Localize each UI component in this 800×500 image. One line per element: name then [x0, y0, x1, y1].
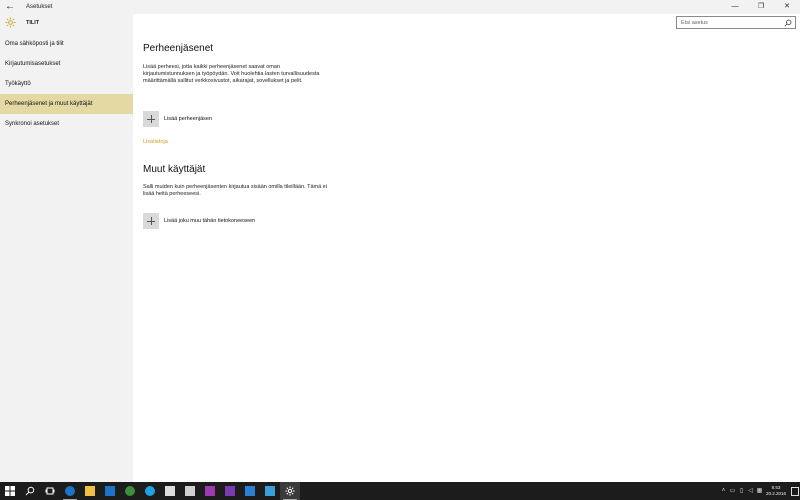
back-arrow-icon[interactable]: ← [4, 1, 16, 13]
chrome-icon [125, 486, 135, 496]
sidebar-nav: Oma sähköposti ja tilit Kirjautumisasetu… [0, 34, 133, 134]
chevron-up-icon[interactable]: ˄ [719, 482, 728, 500]
taskbar-app-photos[interactable] [240, 482, 260, 500]
notification-icon[interactable] [788, 482, 800, 500]
word-icon [225, 486, 235, 496]
plus-icon [143, 213, 159, 229]
clock-date: 20.2.2016 [765, 491, 787, 496]
volume-icon[interactable]: ◁ [746, 482, 755, 500]
search-taskbar-button[interactable] [20, 482, 40, 500]
onenote-icon [205, 486, 215, 496]
clock[interactable]: 8.53 20.2.2016 [764, 482, 788, 500]
search-icon [25, 486, 35, 496]
title-bar: ← Asetukset — ❐ ✕ [0, 0, 800, 14]
other-users-description: Salli muiden kuin perheenjäsenten kirjau… [143, 184, 327, 197]
calculator-icon [265, 486, 275, 496]
sidebar: TILIT Oma sähköposti ja tilit Kirjautumi… [0, 14, 133, 482]
sidebar-item-work-access[interactable]: Työkäyttö [0, 74, 133, 94]
taskbar-left [0, 482, 300, 500]
search-input[interactable]: Etsi asetus [676, 16, 796, 29]
taskbar-app-edge[interactable] [60, 482, 80, 500]
start-button[interactable] [0, 482, 20, 500]
minimize-button[interactable]: — [722, 0, 748, 14]
window-title: Asetukset [26, 4, 53, 10]
sidebar-title: TILIT [26, 20, 40, 26]
maximize-button[interactable]: ❐ [748, 0, 774, 14]
system-tray: ˄ ▭ ▯ ◁ ▦ 8.53 20.2.2016 [719, 482, 800, 500]
family-heading: Perheenjäsenet [143, 43, 214, 54]
clock-time: 8.53 [771, 485, 781, 490]
sidebar-header: TILIT [0, 14, 133, 34]
network-icon[interactable]: ▯ [737, 482, 746, 500]
taskbar-app-calculator[interactable] [260, 482, 280, 500]
taskbar-app-mail[interactable] [160, 482, 180, 500]
sidebar-item-family-other-users[interactable]: Perheenjäsenet ja muut käyttäjät [0, 94, 133, 114]
photos-icon [245, 486, 255, 496]
taskbar: ˄ ▭ ▯ ◁ ▦ 8.53 20.2.2016 [0, 482, 800, 500]
battery-icon[interactable]: ▭ [728, 482, 737, 500]
keyboard-icon[interactable]: ▦ [755, 482, 764, 500]
other-users-heading: Muut käyttäjät [143, 164, 206, 175]
search-icon[interactable] [784, 19, 792, 27]
add-other-user-label: Lisää joku muu tähän tietokoneeseen [164, 218, 256, 224]
taskbar-app-chrome[interactable] [120, 482, 140, 500]
main-content: Etsi asetus Perheenjäsenet Lisää perhees… [133, 14, 800, 482]
skype-icon [145, 486, 155, 496]
taskbar-app-media[interactable] [180, 482, 200, 500]
add-other-user-button[interactable]: Lisää joku muu tähän tietokoneeseen [143, 213, 255, 229]
family-description: Lisää perheesi, jotta kaikki perheenjäse… [143, 64, 320, 84]
gear-icon [5, 17, 16, 28]
sidebar-item-sync-settings[interactable]: Synkronoi asetukset [0, 114, 133, 134]
close-button[interactable]: ✕ [774, 0, 800, 14]
plus-icon [143, 111, 159, 127]
gear-icon [285, 486, 295, 496]
taskbar-app-store[interactable] [100, 482, 120, 500]
add-family-member-label: Lisää perheenjäsen [164, 116, 213, 122]
add-family-member-button[interactable]: Lisää perheenjäsen [143, 111, 212, 127]
window-controls: — ❐ ✕ [722, 0, 800, 14]
windows-logo-icon [5, 486, 15, 496]
store-icon [105, 486, 115, 496]
media-icon [185, 486, 195, 496]
more-info-link[interactable]: Lisätietoja [143, 138, 168, 146]
task-view-button[interactable] [40, 482, 60, 500]
taskbar-app-word[interactable] [220, 482, 240, 500]
search-placeholder: Etsi asetus [681, 20, 708, 26]
sidebar-item-email-accounts[interactable]: Oma sähköposti ja tilit [0, 34, 133, 54]
taskbar-app-skype[interactable] [140, 482, 160, 500]
taskbar-app-explorer[interactable] [80, 482, 100, 500]
task-view-icon [45, 487, 55, 495]
mail-icon [165, 486, 175, 496]
taskbar-app-onenote[interactable] [200, 482, 220, 500]
folder-icon [85, 486, 95, 496]
taskbar-app-settings[interactable] [280, 482, 300, 500]
edge-icon [65, 486, 75, 496]
sidebar-item-sign-in-options[interactable]: Kirjautumisasetukset [0, 54, 133, 74]
